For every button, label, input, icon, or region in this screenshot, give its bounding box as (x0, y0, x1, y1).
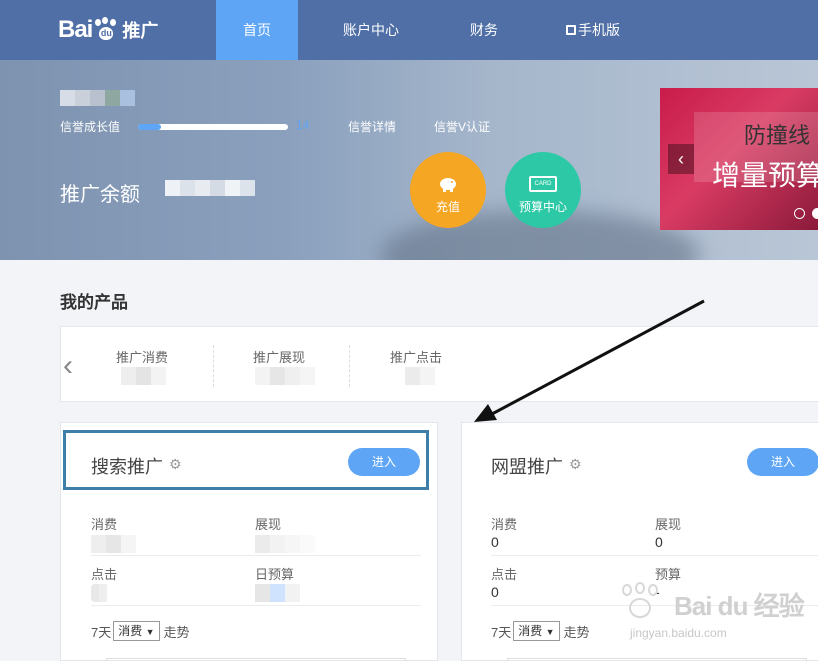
enter-button[interactable]: 进入 (747, 448, 818, 476)
metric-divider (213, 345, 214, 387)
field-clicks-value: 0 (491, 584, 499, 600)
recharge-label: 充值 (435, 200, 460, 214)
products-metrics-carousel: ‹ 推广消费 推广展现 推广点击 (60, 326, 818, 402)
my-products-title: 我的产品 (60, 293, 128, 312)
metric-impressions-mosaic (255, 367, 315, 385)
field-clicks-label: 点击 (91, 567, 118, 582)
recharge-button[interactable]: 充值 (410, 152, 486, 228)
budget-center-label: 预算中心 (518, 200, 567, 214)
nav-item-finance[interactable]: 财务 (454, 0, 514, 60)
ad-dot-1[interactable] (794, 208, 805, 219)
paw-icon: du (93, 17, 119, 43)
ad-prev-button[interactable]: ‹ (668, 144, 694, 174)
field-clicks-mosaic (91, 584, 107, 602)
nav-item-mobile-label: 手机版 (578, 22, 620, 38)
metric-impressions-label: 推广展现 (253, 350, 306, 365)
baidu-tuiguang-logo[interactable]: Bai du 推广 (58, 12, 158, 48)
watermark-url: jingyan.baidu.com (630, 626, 727, 640)
username-mosaic (60, 90, 135, 106)
row-divider (91, 555, 421, 556)
promo-ad-carousel[interactable]: 防撞线 增量预算 ‹ (660, 88, 818, 230)
trend-period: 7天 (91, 624, 112, 640)
logo-suffix: 推广 (122, 21, 159, 41)
credit-growth-progress-bar (138, 124, 288, 130)
budget-center-button[interactable]: CARD 预算中心 (505, 152, 581, 228)
qr-code-icon (566, 25, 576, 36)
trend-metric-value: 消费 (518, 624, 543, 638)
field-daily-budget-mosaic (255, 584, 300, 602)
trend-suffix: 走势 (163, 624, 190, 640)
card-icon-text: CARD (534, 181, 552, 187)
trend-period: 7天 (491, 624, 512, 640)
nav-item-mobile[interactable]: 手机版 (556, 0, 630, 60)
metric-clicks-label: 推广点击 (390, 350, 443, 365)
credit-growth-value: 14 (296, 118, 310, 132)
chevron-left-icon[interactable]: ‹ (63, 349, 73, 383)
trend-control: 7天 消费 ▼ 走势 (91, 621, 190, 641)
card-icon: CARD (529, 176, 557, 192)
metric-clicks-mosaic (405, 367, 435, 385)
ad-subheadline: 增量预算 (712, 160, 818, 191)
nav-item-home[interactable]: 首页 (216, 0, 298, 64)
credit-v-certification-link[interactable]: 信誉V认证 (434, 118, 490, 135)
field-impressions-value: 0 (655, 534, 663, 550)
field-impressions-label: 展现 (255, 517, 282, 532)
baidu-jingyan-watermark: Bai du 经验 jingyan.baidu.com (620, 572, 818, 652)
ad-headline: 防撞线 (744, 123, 811, 148)
row-divider (91, 605, 421, 606)
field-daily-budget-label: 日预算 (255, 567, 295, 582)
field-spend-label: 消费 (491, 517, 518, 532)
top-nav: Bai du 推广 首页 账户中心 财务 手机版 (0, 0, 818, 64)
credit-details-link[interactable]: 信誉详情 (348, 118, 396, 135)
metric-spend-label: 推广消费 (116, 350, 169, 365)
trend-metric-value: 消费 (118, 624, 143, 638)
logo-text: Bai (58, 16, 93, 43)
ad-dot-2[interactable] (812, 208, 818, 219)
row-divider (491, 555, 818, 556)
credit-growth-progress-fill (138, 124, 161, 130)
field-impressions-mosaic (255, 535, 315, 553)
watermark-text: Bai du 经验 (674, 591, 805, 621)
field-spend-mosaic (91, 535, 136, 553)
dropdown-arrow-icon: ▼ (145, 627, 155, 637)
field-spend-label: 消费 (91, 517, 118, 532)
account-banner: 信誉成长值 14 信誉详情 信誉V认证 推广余额 充值 CARD 预算中心 防撞… (0, 60, 818, 260)
paw-icon (620, 582, 664, 622)
metric-divider (349, 345, 350, 387)
trend-control: 7天 消费 ▼ 走势 (491, 621, 590, 641)
metric-spend-mosaic (121, 367, 166, 385)
promotion-balance-label: 推广余额 (60, 184, 140, 206)
trend-metric-select[interactable]: 消费 ▼ (513, 621, 560, 641)
field-clicks-label: 点击 (491, 567, 518, 582)
gear-icon[interactable]: ⚙ (569, 456, 582, 473)
highlight-annotation-box (63, 430, 429, 490)
field-spend-value: 0 (491, 534, 499, 550)
balance-value-mosaic (165, 180, 255, 196)
dropdown-arrow-icon: ▼ (545, 627, 555, 637)
credit-growth-label: 信誉成长值 (60, 120, 121, 134)
field-impressions-label: 展现 (655, 517, 682, 532)
card-title: 网盟推广 (491, 457, 563, 477)
trend-metric-select[interactable]: 消费 ▼ (113, 621, 160, 641)
nav-item-account-center[interactable]: 账户中心 (326, 0, 416, 60)
trend-suffix: 走势 (563, 624, 590, 640)
piggy-bank-icon (440, 178, 456, 192)
